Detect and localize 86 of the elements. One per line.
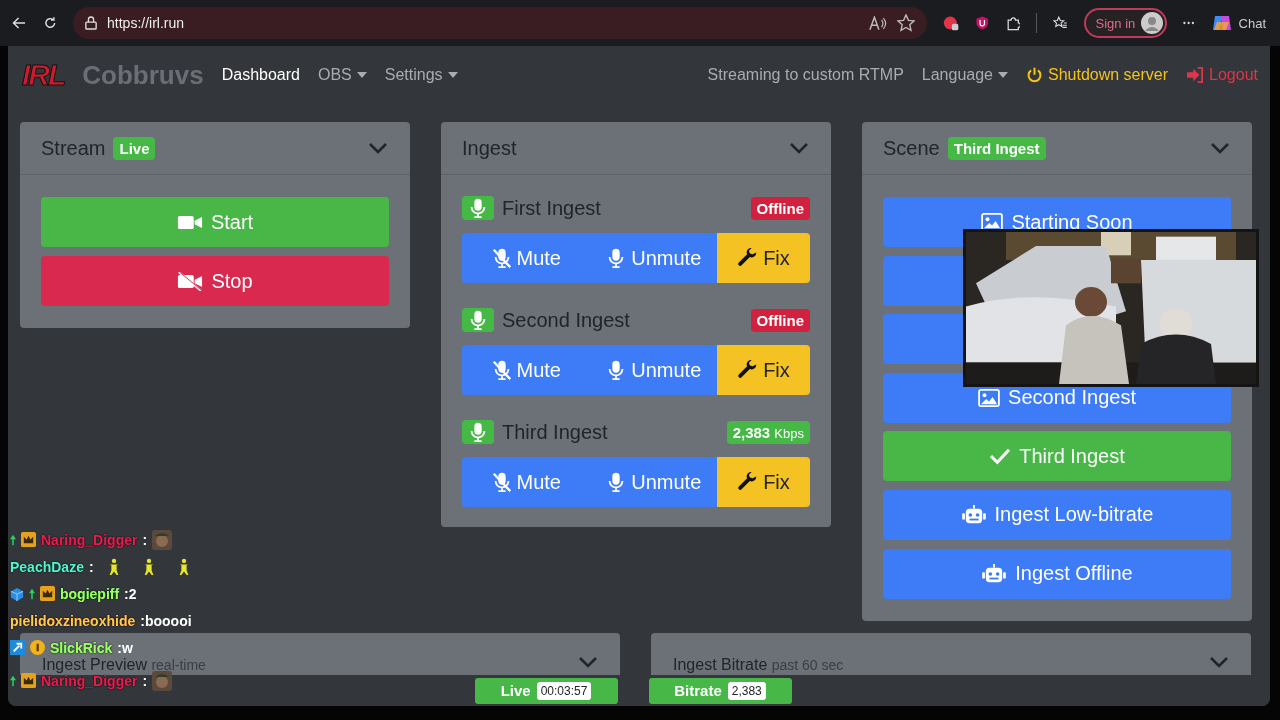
chevron-icon[interactable] xyxy=(1210,142,1230,154)
caret-icon xyxy=(998,72,1008,78)
robot-icon xyxy=(960,504,987,525)
mic-off-icon xyxy=(490,359,513,381)
lock-icon xyxy=(85,16,98,30)
chat-text: :w xyxy=(117,639,133,656)
coin-badge-icon xyxy=(30,640,45,655)
read-aloud-icon[interactable] xyxy=(869,15,888,31)
star-icon[interactable] xyxy=(897,14,916,32)
emote-icon xyxy=(152,670,173,691)
chevron-icon[interactable] xyxy=(368,142,388,154)
card-title: Scene xyxy=(883,136,940,160)
chat-username: bogiepiff xyxy=(60,585,120,602)
crown-badge-icon xyxy=(21,532,36,547)
chat-text: : xyxy=(142,672,148,689)
mic-off-icon xyxy=(490,471,513,493)
chat-username: PeachDaze xyxy=(10,558,84,575)
mic-off-icon xyxy=(490,247,513,269)
sign-in-button[interactable]: Sign in xyxy=(1083,8,1168,38)
pin-badge-icon xyxy=(10,640,25,655)
nav-link[interactable]: OBS xyxy=(317,66,367,84)
scene-button[interactable]: Ingest Low-bitrate xyxy=(883,489,1231,540)
current-scene-badge: Third Ingest xyxy=(947,136,1046,160)
scene-button[interactable]: Ingest Offline xyxy=(883,548,1231,599)
chat-text: :2 xyxy=(124,585,137,602)
arrow-badge-icon xyxy=(29,587,35,600)
nav-link[interactable]: Dashboard xyxy=(221,66,300,84)
ingest-name: First Ingest xyxy=(502,196,601,220)
chevron-icon[interactable] xyxy=(578,655,598,668)
mute-button[interactable]: Mute xyxy=(462,345,590,395)
unmute-button[interactable]: Unmute xyxy=(589,457,717,507)
bitrate-badge: 2,383 Kbps xyxy=(726,420,810,444)
brand-name[interactable]: Cobbruvs xyxy=(82,59,204,91)
chat-username: SlickRick xyxy=(50,639,113,656)
logo[interactable]: IRL xyxy=(22,58,65,92)
puzzle-icon[interactable] xyxy=(1005,14,1021,32)
offline-badge: Offline xyxy=(750,196,810,220)
status-badge: Live 00:03:57 xyxy=(474,677,618,704)
offline-badge: Offline xyxy=(750,308,810,332)
robot-icon xyxy=(981,563,1008,584)
cube-badge-icon xyxy=(10,586,24,601)
nav-link[interactable]: Settings xyxy=(384,66,458,84)
language-menu[interactable]: Language xyxy=(921,66,1008,84)
fix-button[interactable]: Fix xyxy=(717,233,810,283)
streaming-status: Streaming to custom RTMP xyxy=(707,66,904,84)
check-icon xyxy=(989,447,1012,466)
chat-text: :booooi xyxy=(140,612,192,629)
chat-username: Naring_Digger xyxy=(41,531,138,548)
live-badge: Live xyxy=(113,136,156,160)
crown-badge-icon xyxy=(21,673,36,688)
scene-button[interactable]: Third Ingest xyxy=(883,431,1231,482)
video-off-icon xyxy=(177,271,204,291)
unmute-button[interactable]: Unmute xyxy=(589,345,717,395)
mute-button[interactable]: Mute xyxy=(462,233,590,283)
chat-text: : xyxy=(142,531,148,548)
chat-text: : xyxy=(88,558,94,575)
power-icon xyxy=(1026,66,1043,84)
logout-link[interactable]: Logout xyxy=(1186,66,1258,84)
mute-button[interactable]: Mute xyxy=(462,457,590,507)
ingest-name: Second Ingest xyxy=(502,308,630,332)
card-title: Ingest xyxy=(462,136,517,160)
url-text: https://irl.run xyxy=(107,15,185,31)
crown-badge-icon xyxy=(40,586,55,601)
copilot-chat-button[interactable]: Chat xyxy=(1210,12,1266,34)
fix-button[interactable]: Fix xyxy=(717,345,810,395)
unmute-button[interactable]: Unmute xyxy=(589,233,717,283)
address-bar[interactable]: https://irl.run xyxy=(73,7,928,39)
more-icon[interactable] xyxy=(1183,21,1195,25)
logout-icon xyxy=(1186,67,1205,83)
chevron-icon[interactable] xyxy=(1209,655,1229,668)
status-badge: Bitrate 2,383 xyxy=(648,677,792,704)
stop-button[interactable]: Stop xyxy=(41,256,389,306)
emote-icon xyxy=(152,529,173,550)
arrow-badge-icon xyxy=(10,674,16,687)
shutdown-link[interactable]: Shutdown server xyxy=(1026,66,1169,84)
start-button[interactable]: Start xyxy=(41,197,389,247)
shield-icon[interactable] xyxy=(975,14,990,32)
avatar-icon xyxy=(1141,12,1164,34)
chat-username: pielidoxzineoxhide xyxy=(10,612,136,629)
fix-button[interactable]: Fix xyxy=(717,457,810,507)
image-icon xyxy=(978,388,1001,407)
card-title: Stream xyxy=(41,136,106,160)
ingest-name: Third Ingest xyxy=(502,420,608,444)
arrow-badge-icon xyxy=(10,533,16,546)
chevron-icon[interactable] xyxy=(789,142,809,154)
chat-username: Naring_Digger xyxy=(41,672,138,689)
